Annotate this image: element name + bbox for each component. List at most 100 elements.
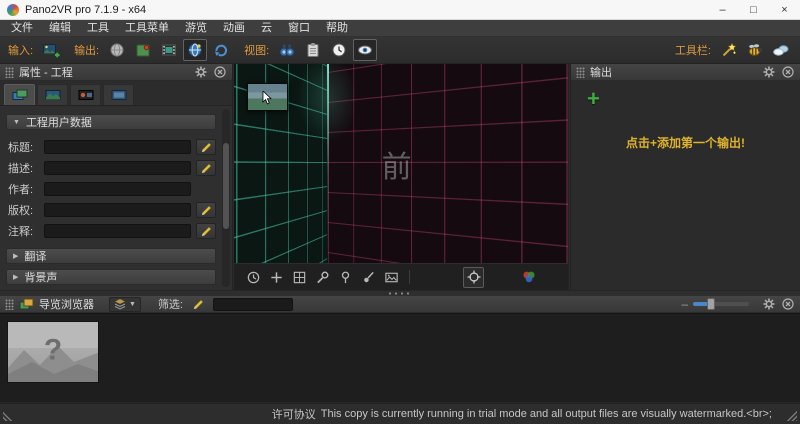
gear-icon: [763, 298, 775, 310]
tour-browser-list[interactable]: ?: [0, 313, 800, 402]
wand-tool-button[interactable]: [717, 39, 741, 61]
transformation-output-button[interactable]: [105, 39, 129, 61]
app-icon: [7, 3, 19, 16]
viewer-toolbar: [234, 263, 568, 290]
author-field-row: 作者:: [6, 181, 216, 197]
author-field-label: 作者:: [8, 184, 34, 196]
crosshair-button[interactable]: [463, 266, 484, 288]
edit-title-button[interactable]: [196, 139, 216, 155]
paint-button[interactable]: [359, 268, 377, 286]
comment-input[interactable]: [44, 224, 191, 238]
resize-grip-right[interactable]: [786, 410, 797, 421]
time-icon: [247, 271, 259, 283]
properties-scrollbar[interactable]: [222, 109, 230, 287]
menu-animation[interactable]: 动画: [215, 20, 253, 36]
add-panorama-button[interactable]: [39, 39, 63, 61]
properties-panel-header: 属性 - 工程: [0, 64, 232, 81]
menu-cloud[interactable]: 云: [253, 20, 280, 36]
pin-button[interactable]: [336, 268, 354, 286]
menu-tools[interactable]: 工具: [79, 20, 117, 36]
menu-file[interactable]: 文件: [3, 20, 41, 36]
menu-help[interactable]: 帮助: [318, 20, 356, 36]
filter-input[interactable]: [213, 297, 293, 311]
add-output-button[interactable]: +: [587, 88, 607, 110]
section-background-sound[interactable]: ▶ 背景声: [6, 269, 216, 285]
wand-icon: [722, 42, 737, 57]
maximize-button[interactable]: □: [738, 0, 769, 19]
find-panoramas-button[interactable]: [275, 39, 299, 61]
menu-edit[interactable]: 编辑: [41, 20, 79, 36]
edit-comment-button[interactable]: [196, 223, 216, 239]
panorama-viewport[interactable]: 前: [234, 64, 568, 263]
properties-button[interactable]: [301, 39, 325, 61]
wrench-button[interactable]: [313, 268, 331, 286]
add-panorama-icon: [42, 43, 60, 57]
panel-close-button[interactable]: [781, 65, 795, 79]
panel-settings-button[interactable]: [762, 297, 776, 311]
section-project-user-data-label: 工程用户数据: [25, 117, 92, 129]
image-button[interactable]: [382, 268, 400, 286]
properties-tab-strip: [0, 81, 232, 106]
web-output-button[interactable]: [183, 39, 208, 61]
gear-icon: [763, 66, 775, 78]
paint-icon: [363, 271, 374, 282]
tools-group-label: 工具栏:: [674, 45, 711, 57]
menu-window[interactable]: 窗口: [280, 20, 318, 36]
bee-tool-button[interactable]: [743, 39, 767, 61]
patch-button[interactable]: [290, 268, 308, 286]
panel-settings-button[interactable]: [762, 65, 776, 79]
viewer-toggle-button[interactable]: [353, 39, 378, 61]
tab-display[interactable]: [103, 84, 134, 105]
description-input[interactable]: [44, 161, 191, 175]
video-output-button[interactable]: [157, 39, 181, 61]
close-icon: [782, 66, 794, 78]
author-input[interactable]: [44, 182, 191, 196]
time-settings-button[interactable]: [327, 39, 351, 61]
tab-panorama[interactable]: [37, 84, 68, 105]
object-output-button[interactable]: [209, 39, 233, 61]
patch-output-button[interactable]: [131, 39, 155, 61]
cloud-tool-button[interactable]: [769, 39, 793, 61]
resize-grip-left[interactable]: [3, 410, 14, 421]
tab-project[interactable]: [4, 84, 35, 105]
title-input[interactable]: [44, 140, 191, 154]
panorama-list-item[interactable]: ?: [7, 321, 99, 383]
close-button[interactable]: ×: [769, 0, 800, 19]
tab-media[interactable]: [70, 84, 101, 105]
minimize-button[interactable]: –: [707, 0, 738, 19]
drag-handle-icon[interactable]: [576, 66, 585, 78]
section-expanded-arrow-icon: ▼: [13, 118, 20, 126]
section-translation[interactable]: ▶ 翻译: [6, 248, 216, 264]
slider-handle[interactable]: [707, 298, 715, 310]
scrollbar-thumb[interactable]: [223, 143, 229, 229]
view-mode-dropdown[interactable]: ▼: [109, 296, 141, 312]
copyright-input[interactable]: [44, 203, 191, 217]
edit-copyright-button[interactable]: [196, 202, 216, 218]
window-controls: – □ ×: [707, 0, 800, 19]
patch-output-icon: [136, 44, 150, 57]
time-button[interactable]: [244, 268, 262, 286]
panel-close-button[interactable]: [781, 297, 795, 311]
menu-tools-menu[interactable]: 工具菜单: [117, 20, 177, 36]
colors-button[interactable]: [520, 268, 538, 286]
section-project-user-data[interactable]: ▼ 工程用户数据: [6, 114, 216, 130]
filter-edit-button[interactable]: [193, 299, 204, 310]
title-field-row: 标题:: [6, 139, 216, 155]
transformation-icon: [110, 43, 124, 57]
title-bar: Pano2VR pro 7.1.9 - x64 – □ ×: [0, 0, 800, 20]
copyright-field-label: 版权:: [8, 205, 34, 217]
zoom-out-icon[interactable]: –: [681, 298, 688, 310]
drag-handle-icon[interactable]: [5, 66, 14, 78]
properties-panel: 属性 - 工程 ▼ 工程用户数据 标题: 描述: 作者: 版权: 注释: ▶ 翻…: [0, 64, 233, 290]
properties-panel-title: 属性 - 工程: [19, 67, 73, 79]
menu-tour[interactable]: 游览: [177, 20, 215, 36]
properties-panel-body: ▼ 工程用户数据 标题: 描述: 作者: 版权: 注释: ▶ 翻译 ▶ 背景声: [0, 106, 232, 285]
thumbnail-size-slider[interactable]: [693, 298, 749, 310]
add-element-button[interactable]: [267, 268, 285, 286]
panel-settings-button[interactable]: [194, 65, 208, 79]
pencil-icon: [201, 142, 211, 152]
panel-close-button[interactable]: [213, 65, 227, 79]
edit-description-button[interactable]: [196, 160, 216, 176]
section-background-sound-label: 背景声: [24, 272, 58, 284]
drag-handle-icon[interactable]: [5, 298, 14, 310]
